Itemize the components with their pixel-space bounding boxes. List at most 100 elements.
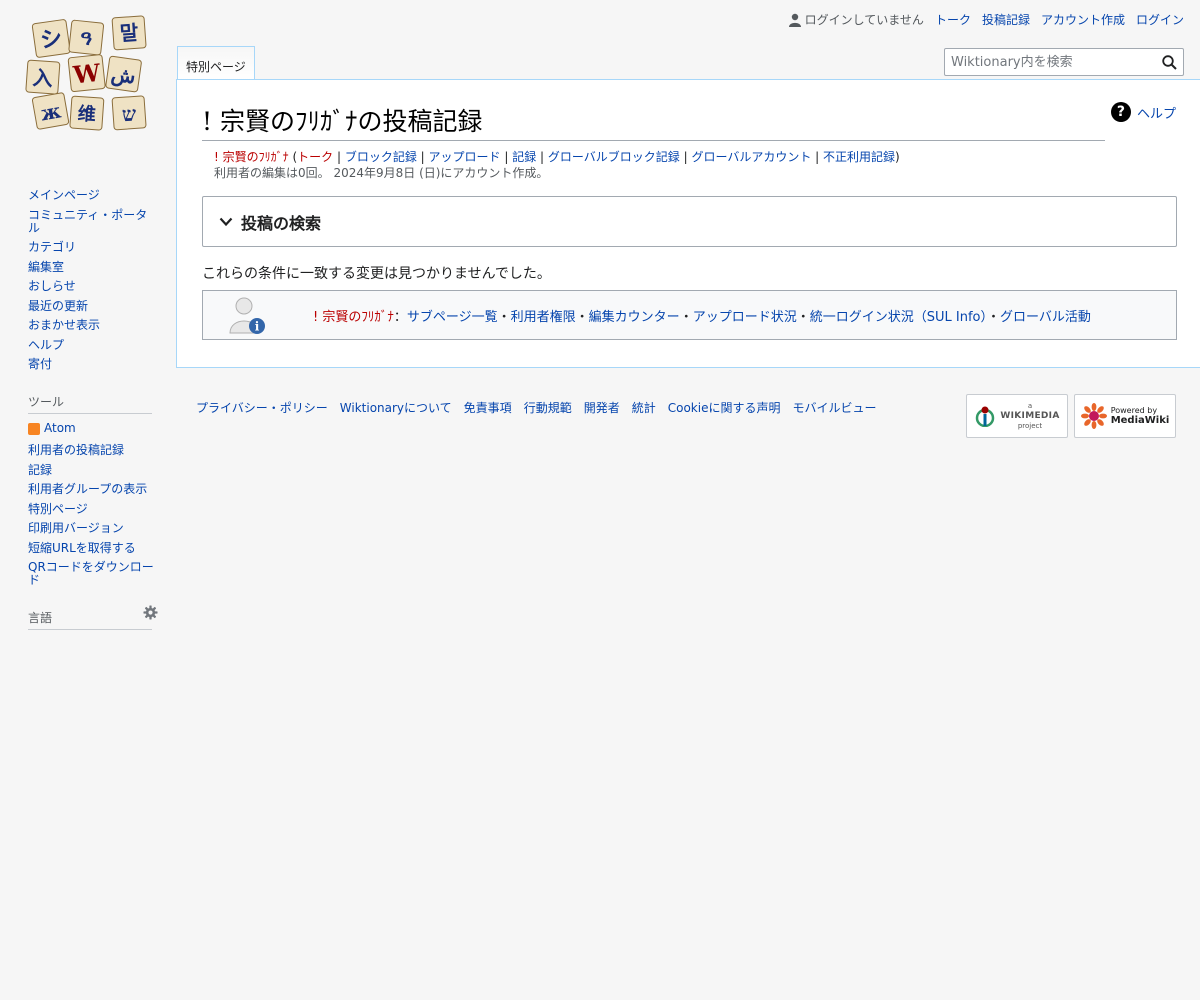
- sidebar: メインページ コミュニティ・ポータル カテゴリ 編集室 おしらせ 最近の更新 お…: [28, 186, 158, 638]
- wikimedia-project: project: [1017, 422, 1043, 430]
- mediawiki-badge[interactable]: Powered by MediaWiki: [1074, 394, 1176, 438]
- wiktionary-logo[interactable]: シ ዓ 말 入 W ش ж 维 ש: [22, 14, 156, 144]
- contributions-search-toggle[interactable]: 投稿の検索: [202, 196, 1177, 247]
- sidebar-item-atom[interactable]: Atom: [28, 422, 76, 435]
- wikimedia-a: a: [1027, 402, 1033, 410]
- talk-link[interactable]: トーク: [935, 11, 971, 28]
- sidebar-item-main-page[interactable]: メインページ: [28, 188, 100, 202]
- edit-counter-link[interactable]: 編集カウンター: [589, 310, 680, 325]
- anon-label: ログインしていません: [804, 13, 924, 27]
- footer-cookie-statement[interactable]: Cookieに関する声明: [668, 399, 781, 416]
- upload-status-link[interactable]: アップロード状況: [693, 310, 797, 325]
- sul-info-link[interactable]: 統一ログイン状況（SUL Info）: [810, 310, 987, 325]
- search-icon: [1161, 54, 1177, 70]
- separator: |: [811, 150, 824, 164]
- tools-heading: ツール: [28, 393, 152, 414]
- contributions-subtitle: ! 宗賢のﾌﾘｶﾞﾅ (トーク | ブロック記録 | アップロード | 記録 |…: [214, 149, 900, 181]
- footer-developers[interactable]: 開発者: [584, 399, 620, 416]
- global-block-log-link[interactable]: グローバルブロック記録: [548, 150, 680, 164]
- gear-icon[interactable]: [143, 605, 158, 620]
- dot-separator: ・: [796, 309, 810, 325]
- footer-mobile-view[interactable]: モバイルビュー: [792, 399, 876, 416]
- sidebar-item-qr-code[interactable]: QRコードをダウンロード: [28, 560, 154, 587]
- wikimedia-word: WIKIMEDIA: [1000, 411, 1060, 421]
- dot-separator: ・: [679, 309, 693, 325]
- sidebar-item-donate[interactable]: 寄付: [28, 357, 52, 371]
- logo-tile: W: [71, 58, 103, 90]
- user-info: 利用者の編集は0回。 2024年9月8日 (日)にアカウント作成。: [214, 166, 549, 180]
- no-results-message: これらの条件に一致する変更は見つかりませんでした。: [202, 266, 551, 282]
- subpages-link[interactable]: サブページ一覧: [407, 310, 498, 325]
- anon-status: ログインしていません: [788, 11, 924, 28]
- sidebar-item-logs[interactable]: 記録: [28, 463, 52, 477]
- tools-section: ツール Atom 利用者の投稿記録 記録 利用者グループの表示 特別ページ 印刷…: [28, 393, 158, 587]
- logo-tile: 말: [119, 20, 140, 45]
- tab-special-label: 特別ページ: [186, 60, 246, 74]
- sidebar-item-categories[interactable]: カテゴリ: [28, 240, 76, 254]
- rss-feed-icon: [28, 422, 40, 435]
- tab-special-page[interactable]: 特別ページ: [177, 46, 255, 80]
- help-icon: ?: [1110, 102, 1131, 122]
- paren-close: ): [895, 150, 900, 164]
- footer-about[interactable]: Wiktionaryについて: [340, 399, 452, 416]
- logo-tile: ж: [39, 98, 63, 125]
- login-link[interactable]: ログイン: [1136, 11, 1184, 28]
- wikimedia-badge-text: a WIKIMEDIA project: [1000, 401, 1059, 431]
- sidebar-item-short-url[interactable]: 短縮URLを取得する: [28, 541, 136, 555]
- mediawiki-word: MediaWiki: [1110, 415, 1170, 426]
- separator: |: [679, 150, 692, 164]
- user-link[interactable]: ! 宗賢のﾌﾘｶﾞﾅ: [214, 150, 289, 164]
- sidebar-item-user-groups[interactable]: 利用者グループの表示: [28, 482, 147, 496]
- sidebar-item-news[interactable]: おしらせ: [28, 279, 76, 293]
- languages-heading: 言語: [28, 609, 152, 630]
- logo-tile: 入: [32, 65, 54, 90]
- abuse-log-link[interactable]: 不正利用記録: [823, 150, 895, 164]
- footer-code-of-conduct[interactable]: 行動規範: [524, 399, 572, 416]
- userbox-user-link[interactable]: ! 宗賢のﾌﾘｶﾞﾅ: [313, 310, 394, 325]
- sidebar-item-village-pump[interactable]: 編集室: [28, 260, 64, 274]
- wikimedia-logo-icon: [976, 406, 995, 427]
- footer-privacy[interactable]: プライバシー・ポリシー: [196, 399, 328, 416]
- user-icon: [788, 13, 801, 27]
- footer-badges: a WIKIMEDIA project Powered by MediaWiki: [966, 394, 1182, 438]
- user-info-icon: i: [229, 297, 265, 334]
- wikimedia-badge[interactable]: a WIKIMEDIA project: [966, 394, 1068, 438]
- user-info-box: i ! 宗賢のﾌﾘｶﾞﾅ：サブページ一覧・利用者権限・編集カウンター・アップロー…: [202, 290, 1177, 340]
- footer-disclaimers[interactable]: 免責事項: [464, 399, 512, 416]
- sidebar-item-recent-changes[interactable]: 最近の更新: [28, 299, 88, 313]
- dot-separator: ・: [986, 309, 1000, 325]
- search-box: [944, 48, 1184, 76]
- global-activity-link[interactable]: グローバル活動: [1000, 310, 1091, 325]
- mediawiki-sunflower-icon: [1080, 403, 1107, 429]
- help-link[interactable]: ? ヘルプ: [1110, 102, 1176, 122]
- separator: |: [500, 150, 513, 164]
- user-rights-link[interactable]: 利用者権限: [511, 310, 576, 325]
- contribs-link[interactable]: 投稿記録: [982, 11, 1030, 28]
- search-input[interactable]: [945, 49, 1155, 75]
- sidebar-item-help[interactable]: ヘルプ: [28, 338, 64, 352]
- paren-open: (: [288, 150, 298, 164]
- sidebar-item-random[interactable]: おまかせ表示: [28, 318, 100, 332]
- dot-separator: ・: [575, 309, 589, 325]
- logo-tile: ש: [121, 101, 137, 126]
- logo-tile: シ: [39, 25, 64, 54]
- user-talk-link[interactable]: トーク: [297, 150, 333, 164]
- logs-link[interactable]: 記録: [512, 150, 536, 164]
- sidebar-item-user-contribs[interactable]: 利用者の投稿記録: [28, 443, 124, 457]
- uploads-link[interactable]: アップロード: [429, 150, 501, 164]
- logo-tile: 维: [77, 102, 96, 125]
- dot-separator: ・: [497, 309, 511, 325]
- sidebar-item-community-portal[interactable]: コミュニティ・ポータル: [28, 208, 147, 235]
- global-account-link[interactable]: グローバルアカウント: [691, 150, 811, 164]
- block-log-link[interactable]: ブロック記録: [345, 150, 417, 164]
- footer-statistics[interactable]: 統計: [632, 399, 656, 416]
- navigation-menu: メインページ コミュニティ・ポータル カテゴリ 編集室 おしらせ 最近の更新 お…: [28, 189, 158, 371]
- page-title: ! 宗賢のﾌﾘｶﾞﾅの投稿記録: [202, 102, 1105, 141]
- svg-text:i: i: [255, 320, 260, 334]
- search-button[interactable]: [1155, 49, 1183, 75]
- separator: |: [333, 150, 345, 164]
- sidebar-item-special-pages[interactable]: 特別ページ: [28, 502, 88, 516]
- sidebar-item-print[interactable]: 印刷用バージョン: [28, 521, 124, 535]
- user-tool-links: ! 宗賢のﾌﾘｶﾞﾅ (トーク | ブロック記録 | アップロード | 記録 |…: [214, 149, 900, 165]
- create-account-link[interactable]: アカウント作成: [1041, 11, 1125, 28]
